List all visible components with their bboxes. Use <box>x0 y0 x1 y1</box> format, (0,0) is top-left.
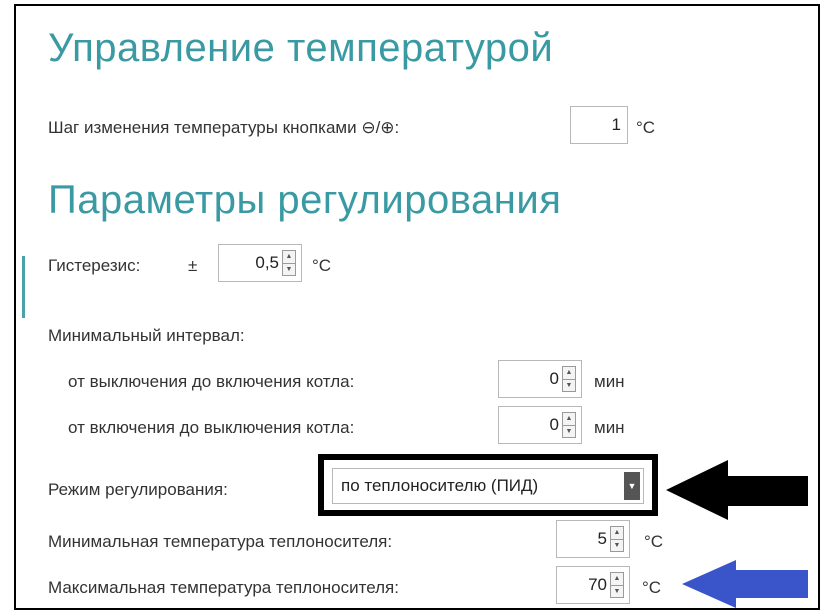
hysteresis-input[interactable]: 0,5 ▲ ▼ <box>218 244 302 282</box>
min-coolant-spinner[interactable]: ▲ ▼ <box>610 526 624 552</box>
hysteresis-unit: °C <box>312 256 332 275</box>
spin-up-icon[interactable]: ▲ <box>283 251 295 264</box>
off-to-on-spinner[interactable]: ▲ ▼ <box>562 366 576 392</box>
mode-highlight-box: по теплоносителю (ПИД) ▼ <box>318 454 658 516</box>
spin-down-icon[interactable]: ▼ <box>611 586 623 598</box>
on-to-off-label: от включения до выключения котла: <box>68 418 355 437</box>
spin-down-icon[interactable]: ▼ <box>563 380 575 392</box>
settings-panel: Управление температурой Шаг изменения те… <box>14 4 820 610</box>
min-interval-label: Минимальный интервал: <box>48 326 245 345</box>
section-title-temperature-control: Управление температурой <box>48 26 554 70</box>
on-to-off-input[interactable]: 0 ▲ ▼ <box>498 406 582 444</box>
scroll-indicator <box>22 256 25 318</box>
mode-label: Режим регулирования: <box>48 480 228 499</box>
hysteresis-spinner[interactable]: ▲ ▼ <box>282 250 296 276</box>
spin-down-icon[interactable]: ▼ <box>611 540 623 552</box>
min-coolant-label: Минимальная температура теплоносителя: <box>48 532 393 551</box>
hysteresis-label: Гистерезис: <box>48 256 141 275</box>
max-coolant-label: Максимальная температура теплоносителя: <box>48 578 399 597</box>
on-to-off-unit: мин <box>594 418 625 437</box>
hysteresis-sign: ± <box>188 256 198 275</box>
spin-up-icon[interactable]: ▲ <box>611 573 623 586</box>
section-title-regulation: Параметры регулирования <box>48 178 562 222</box>
spin-up-icon[interactable]: ▲ <box>611 527 623 540</box>
on-to-off-spinner[interactable]: ▲ ▼ <box>562 412 576 438</box>
blue-arrow-icon <box>682 560 808 608</box>
mode-select[interactable]: по теплоносителю (ПИД) ▼ <box>332 468 644 504</box>
step-unit: °C <box>636 118 656 137</box>
off-to-on-label: от выключения до включения котла: <box>68 372 355 391</box>
off-to-on-input[interactable]: 0 ▲ ▼ <box>498 360 582 398</box>
spin-up-icon[interactable]: ▲ <box>563 367 575 380</box>
step-input[interactable]: 1 <box>570 106 628 144</box>
spin-down-icon[interactable]: ▼ <box>283 264 295 276</box>
spin-up-icon[interactable]: ▲ <box>563 413 575 426</box>
max-coolant-input[interactable]: 70 ▲ ▼ <box>556 566 630 604</box>
off-to-on-unit: мин <box>594 372 625 391</box>
max-coolant-spinner[interactable]: ▲ ▼ <box>610 572 624 598</box>
min-coolant-input[interactable]: 5 ▲ ▼ <box>556 520 630 558</box>
step-label: Шаг изменения температуры кнопками ⊖/⊕: <box>48 118 400 137</box>
max-coolant-unit: °C <box>642 578 662 597</box>
mode-select-value: по теплоносителю (ПИД) <box>341 476 539 495</box>
black-arrow-icon <box>666 460 808 520</box>
min-coolant-unit: °C <box>644 532 664 551</box>
chevron-down-icon[interactable]: ▼ <box>624 472 640 500</box>
spin-down-icon[interactable]: ▼ <box>563 426 575 438</box>
